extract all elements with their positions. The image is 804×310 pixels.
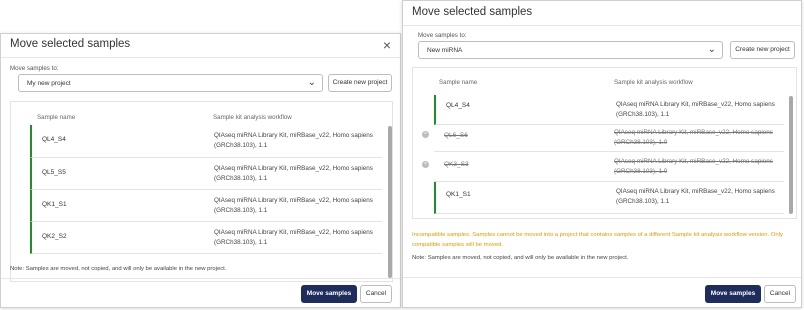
column-header-workflow: Sample kit analysis workflow: [614, 79, 693, 86]
dialog-footer-divider: [403, 277, 801, 278]
incompatible-icon: ×: [422, 161, 429, 168]
chevron-down-icon: ⌄: [707, 44, 716, 55]
sample-name: QK3_S3: [444, 161, 469, 168]
table-row-incompatible: QL6_S6 QIAseq miRNA Library Kit, miRBase…: [434, 125, 784, 152]
move-samples-button[interactable]: Move samples: [301, 285, 357, 303]
sample-workflow: QIAseq miRNA Library Kit, miRBase_v22, H…: [614, 129, 773, 146]
project-select-value: My new project: [27, 80, 71, 87]
table-row[interactable]: QK1_S1 QIAseq miRNA Library Kit, miRBase…: [434, 182, 784, 214]
move-to-label: Move samples to:: [10, 65, 59, 72]
sample-name: QK1_S1: [446, 191, 471, 198]
sample-name: QK1_S1: [42, 201, 67, 208]
move-samples-dialog-left: Move selected samples × Move samples to:…: [0, 33, 401, 308]
column-header-sample-name: Sample name: [439, 79, 478, 86]
sample-workflow: QIAseq miRNA Library Kit, miRBase_v22, H…: [214, 165, 373, 182]
sample-workflow: QIAseq miRNA Library Kit, miRBase_v22, H…: [214, 197, 373, 214]
table-row-incompatible: QK3_S3 QIAseq miRNA Library Kit, miRBase…: [434, 152, 784, 182]
table-scrollbar[interactable]: [789, 96, 793, 214]
move-note: Note: Samples are moved, not copied, and…: [412, 255, 629, 261]
sample-name: QL6_S6: [444, 132, 468, 139]
sample-name: QL5_S5: [42, 169, 66, 176]
project-select-value: New miRNA: [427, 47, 463, 54]
move-samples-button[interactable]: Move samples: [705, 285, 761, 303]
table-row[interactable]: QK1_S1 QIAseq miRNA Library Kit, miRBase…: [30, 190, 382, 222]
move-note: Note: Samples are moved, not copied, and…: [10, 266, 227, 272]
cancel-button[interactable]: Cancel: [764, 285, 796, 303]
samples-table: Sample name Sample kit analysis workflow…: [10, 101, 393, 282]
table-row[interactable]: QK2_S2 QIAseq miRNA Library Kit, miRBase…: [30, 222, 382, 254]
create-new-project-button[interactable]: Create new project: [328, 74, 392, 92]
column-header-sample-name: Sample name: [37, 114, 76, 121]
create-new-project-button[interactable]: Create new project: [730, 41, 795, 59]
sample-name: QK2_S2: [42, 233, 67, 240]
move-samples-dialog-right: Move selected samples Move samples to: N…: [402, 0, 802, 308]
sample-workflow: QIAseq miRNA Library Kit, miRBase_v22, H…: [616, 101, 775, 118]
table-row[interactable]: QL5_S5 QIAseq miRNA Library Kit, miRBase…: [30, 158, 382, 190]
sample-workflow: QIAseq miRNA Library Kit, miRBase_v22, H…: [614, 158, 773, 175]
incompatible-icon: ×: [422, 131, 429, 138]
dialog-header: Move selected samples ×: [1, 34, 400, 58]
close-icon[interactable]: ×: [383, 36, 391, 54]
project-select[interactable]: New miRNA ⌄: [418, 41, 723, 59]
table-row[interactable]: QL4_S4 QIAseq miRNA Library Kit, miRBase…: [30, 125, 382, 158]
incompatible-warning: Incompatible samples. Samples cannot be …: [412, 232, 783, 248]
sample-name: QL4_S4: [42, 136, 66, 143]
sample-name: QL4_S4: [446, 102, 470, 109]
dialog-header: Move selected samples: [403, 1, 801, 26]
move-to-label: Move samples to:: [418, 32, 467, 39]
sample-workflow: QIAseq miRNA Library Kit, miRBase_v22, H…: [214, 229, 373, 246]
table-row[interactable]: QL4_S4 QIAseq miRNA Library Kit, miRBase…: [434, 95, 784, 125]
chevron-down-icon: ⌄: [307, 77, 316, 88]
sample-workflow: QIAseq miRNA Library Kit, miRBase_v22, H…: [214, 132, 373, 149]
dialog-title: Move selected samples: [10, 38, 131, 50]
dialog-footer-divider: [1, 278, 400, 279]
sample-workflow: QIAseq miRNA Library Kit, miRBase_v22, H…: [616, 188, 775, 205]
column-header-workflow: Sample kit analysis workflow: [213, 114, 292, 121]
project-select[interactable]: My new project ⌄: [18, 74, 323, 92]
table-scrollbar[interactable]: [388, 126, 392, 278]
samples-table: Sample name Sample kit analysis workflow…: [412, 67, 797, 219]
cancel-button[interactable]: Cancel: [360, 285, 392, 303]
dialog-title: Move selected samples: [412, 6, 533, 18]
